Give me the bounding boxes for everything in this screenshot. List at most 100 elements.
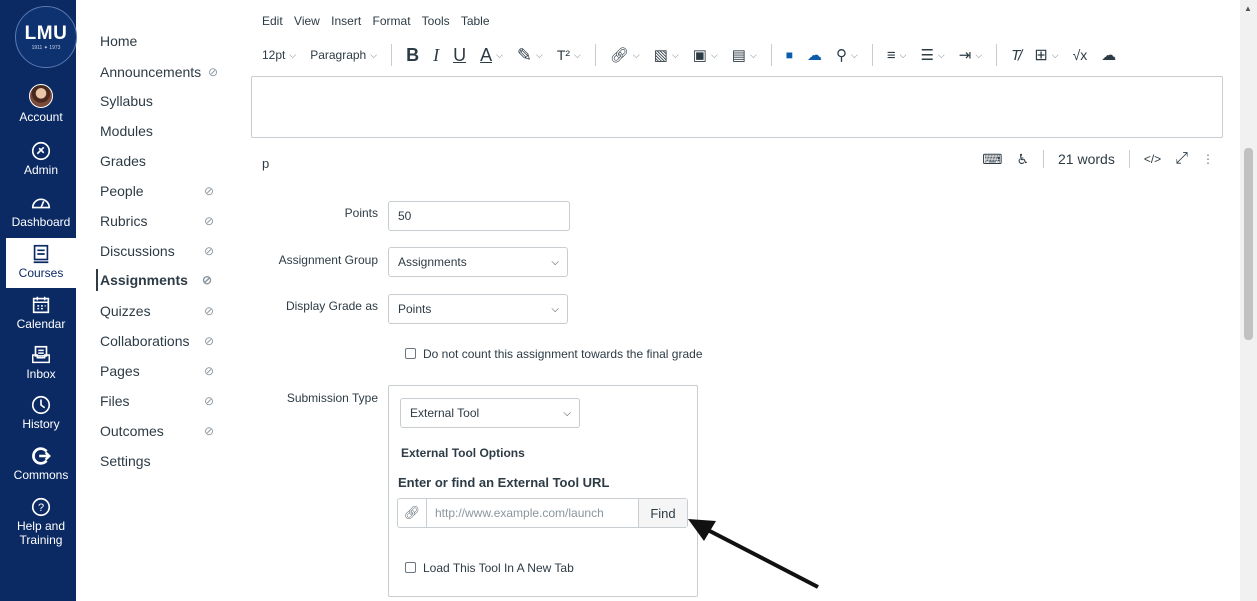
block-format-select[interactable]: Paragraph ⌵ [310, 48, 377, 62]
menu-edit[interactable]: Edit [262, 14, 283, 28]
assignment-group-value: Assignments [398, 255, 467, 269]
course-nav-label: People [100, 183, 144, 199]
external-tool-url-input[interactable]: http://www.example.com/launch [427, 499, 638, 527]
points-input[interactable]: 50 [388, 201, 570, 231]
cloud-upload-icon[interactable]: ☁ [1101, 46, 1116, 64]
status-divider [1128, 150, 1130, 168]
inbox-icon [32, 345, 50, 364]
status-path[interactable]: p [262, 156, 269, 171]
font-size-select[interactable]: 12pt ⌵ [262, 48, 296, 62]
nav-account[interactable]: Account [6, 84, 76, 124]
course-nav-assignments[interactable]: Assignments ⊘ [96, 269, 245, 291]
annotation-arrow-icon [688, 519, 819, 589]
cloud-icon[interactable]: ☁ [807, 46, 822, 64]
course-nav-rubrics[interactable]: Rubrics ⊘ [100, 210, 245, 232]
superscript-icon[interactable]: T² ⌵ [557, 47, 581, 63]
nav-calendar[interactable]: Calendar [6, 294, 76, 331]
nav-admin[interactable]: Admin [6, 140, 76, 177]
editor-toolbar: 12pt ⌵ Paragraph ⌵ B I U A ⌵ ✎ ⌵ T² ⌵ 🔗︎ ⌵ ▧ ⌵ … [262, 42, 1130, 68]
hidden-eye-icon: ⊘ [204, 184, 215, 198]
hidden-eye-icon: ⊘ [208, 65, 219, 79]
course-nav-grades[interactable]: Grades [100, 150, 245, 172]
record-icon[interactable]: ■ [786, 48, 793, 62]
course-nav-pages[interactable]: Pages ⊘ [100, 360, 245, 382]
nav-inbox[interactable]: Inbox [6, 344, 76, 381]
text-color-icon[interactable]: A ⌵ [480, 45, 503, 66]
table-icon[interactable]: ⊞ ⌵ [1034, 45, 1058, 65]
course-nav-home[interactable]: Home [100, 30, 245, 52]
scroll-thumb[interactable] [1244, 148, 1253, 340]
bold-icon[interactable]: B [406, 45, 419, 66]
course-nav-label: Syllabus [100, 93, 153, 109]
assignment-group-select[interactable]: Assignments ⌵ [388, 247, 568, 277]
course-nav-label: Quizzes [100, 303, 151, 319]
nav-history[interactable]: History [6, 394, 76, 431]
submission-type-select[interactable]: External Tool ⌵ [400, 398, 580, 428]
load-in-new-tab[interactable]: Load This Tool In A New Tab [405, 561, 574, 575]
nav-courses[interactable]: Courses [6, 238, 76, 288]
menu-insert[interactable]: Insert [331, 14, 361, 28]
editor-statusbar: p ⌨ ♿︎ 21 words </> ⤢ ⋮ [262, 150, 1222, 171]
nav-dashboard[interactable]: Dashboard [6, 192, 76, 229]
course-nav-modules[interactable]: Modules [100, 120, 245, 142]
menu-table[interactable]: Table [461, 14, 490, 28]
menu-format[interactable]: Format [373, 14, 411, 28]
omit-checkbox[interactable] [405, 348, 416, 359]
clear-format-icon[interactable]: T̸ [1011, 47, 1020, 64]
nav-admin-label: Admin [23, 163, 58, 177]
html-editor-toggle[interactable]: </> [1144, 152, 1161, 166]
media-icon[interactable]: ▣ ⌵ [693, 46, 718, 64]
hidden-eye-icon: ⊘ [204, 394, 215, 408]
menu-tools[interactable]: Tools [422, 14, 450, 28]
list-icon[interactable]: ☰ ⌵ [920, 46, 944, 64]
hidden-eye-icon: ⊘ [202, 273, 213, 287]
resize-handle-icon[interactable]: ⋮ [1202, 152, 1214, 166]
underline-icon[interactable]: U [453, 45, 466, 66]
fullscreen-icon[interactable]: ⤢ [1175, 150, 1188, 168]
course-nav-label: Collaborations [100, 333, 190, 349]
external-tool-url-title: Enter or find an External Tool URL [398, 475, 610, 490]
highlight-icon[interactable]: ✎ ⌵ [517, 45, 543, 66]
scroll-up-icon[interactable]: ▲ [1244, 4, 1252, 13]
course-nav-people[interactable]: People ⊘ [100, 180, 245, 202]
hidden-eye-icon: ⊘ [204, 304, 215, 318]
hidden-eye-icon: ⊘ [204, 214, 215, 228]
nav-calendar-label: Calendar [16, 317, 66, 331]
new-tab-checkbox[interactable] [405, 562, 416, 573]
course-nav-syllabus[interactable]: Syllabus [100, 90, 245, 112]
course-nav-label: Assignments [100, 272, 188, 288]
word-count[interactable]: 21 words [1058, 151, 1115, 167]
keyboard-icon[interactable]: ⌨ [982, 151, 1002, 168]
rich-text-editor[interactable] [251, 76, 1223, 138]
assignment-group-label: Assignment Group [278, 253, 378, 267]
course-nav-announcements[interactable]: Announcements ⊘ [100, 61, 245, 83]
course-nav-outcomes[interactable]: Outcomes ⊘ [100, 420, 245, 442]
help-icon: ? [31, 497, 51, 517]
nav-help[interactable]: ? Help and Training [6, 496, 76, 547]
nav-commons[interactable]: Commons [6, 445, 76, 482]
link-icon: 🔗︎ [398, 499, 427, 527]
image-icon[interactable]: ▧ ⌵ [654, 46, 679, 64]
display-grade-select[interactable]: Points ⌵ [388, 294, 568, 324]
menu-view[interactable]: View [294, 14, 320, 28]
document-icon[interactable]: ▤ ⌵ [732, 46, 757, 64]
page-scrollbar[interactable]: ▲ [1240, 0, 1257, 601]
course-nav-discussions[interactable]: Discussions ⊘ [100, 240, 245, 262]
course-nav-settings[interactable]: Settings [100, 450, 245, 472]
link-icon[interactable]: 🔗︎ ⌵ [610, 46, 640, 64]
align-icon[interactable]: ≡ ⌵ [887, 47, 907, 64]
indent-icon[interactable]: ⇥ ⌵ [959, 46, 982, 64]
course-nav-quizzes[interactable]: Quizzes ⊘ [100, 300, 245, 322]
italic-icon[interactable]: I [433, 45, 439, 66]
accessibility-icon[interactable]: ♿︎ [1016, 151, 1029, 168]
apps-icon[interactable]: ⚲ ⌵ [836, 46, 858, 64]
course-nav-collaborations[interactable]: Collaborations ⊘ [100, 330, 245, 352]
math-icon[interactable]: √x [1073, 47, 1088, 63]
course-nav-files[interactable]: Files ⊘ [100, 390, 245, 412]
hidden-eye-icon: ⊘ [204, 424, 215, 438]
omit-from-final-grade[interactable]: Do not count this assignment towards the… [405, 347, 703, 361]
editor-menubar: Edit View Insert Format Tools Table [262, 14, 498, 28]
chevron-down-icon: ⌵ [551, 303, 559, 315]
shield-icon [31, 141, 51, 161]
lmu-logo[interactable]: LMU 1911 ✦ 1973 [15, 6, 77, 68]
